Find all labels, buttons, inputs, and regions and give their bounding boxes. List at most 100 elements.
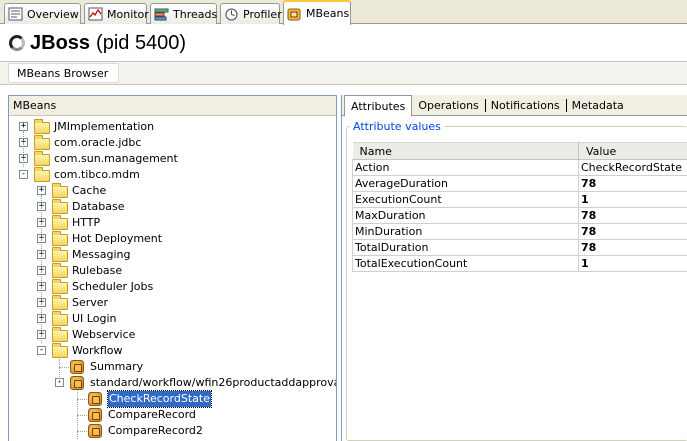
tree-node[interactable]: + Cache [9,183,336,199]
column-header-value[interactable]: Value [578,142,687,160]
tab-metadata[interactable]: Metadata [565,95,630,116]
table-row[interactable]: Action CheckRecordState [352,159,687,176]
expand-icon[interactable]: + [19,122,28,131]
tab-label: Overview [27,7,79,21]
mbean-icon [88,408,102,422]
monitor-icon [88,7,103,21]
tree-connector [59,367,69,368]
tree-node[interactable]: - com.tibco.mdm [9,167,336,183]
collapse-icon[interactable]: - [19,170,28,179]
tree-node[interactable]: + UI Login [9,311,336,327]
attribute-values-title: Attribute values [350,120,444,133]
main-tab-strip: Overview Monitor Threads Profiler MBeans [0,0,687,25]
mbean-icon [88,392,102,406]
tree-node[interactable]: + Scheduler Jobs [9,279,336,295]
tab-label: MBeans [306,7,350,20]
folder-icon [52,215,68,230]
tree-node-label: com.oracle.jdbc [54,136,142,149]
mbeans-panel-title: MBeans [9,96,336,116]
tree-node[interactable]: + com.oracle.jdbc [9,135,336,151]
tree-node[interactable]: + Hot Deployment [9,231,336,247]
tree-node-label: Rulebase [72,264,123,277]
threads-icon [154,7,169,21]
tree-node[interactable]: + com.sun.management [9,151,336,167]
tree-node[interactable]: CheckRecordState [9,390,336,408]
tree-node-label: CompareRecord2 [108,424,203,437]
tab-attributes[interactable]: Attributes [344,95,413,117]
tree-connector [77,415,87,416]
attribute-value: 1 [578,191,687,208]
tree-node-label: com.sun.management [54,152,178,165]
attribute-name: MinDuration [352,223,579,240]
page-header: JBoss (pid 5400) [0,25,687,61]
table-row[interactable]: TotalExecutionCount 1 [352,255,687,272]
busy-spinner-icon [9,35,25,51]
folder-icon [52,327,68,342]
tree-node-label: Hot Deployment [72,232,163,245]
tree-node-label: Webservice [72,328,136,341]
expand-icon[interactable]: + [37,186,46,195]
tree-connector [59,359,60,383]
tree-node-label: Scheduler Jobs [72,280,154,293]
folder-icon [52,231,68,246]
tree-node[interactable]: + Messaging [9,247,336,263]
tab-overview[interactable]: Overview [4,3,81,24]
tree-node[interactable]: + Database [9,199,336,215]
profiler-icon [224,7,239,21]
column-header-name[interactable]: Name [352,142,579,160]
table-row[interactable]: AverageDuration 78 [352,175,687,192]
tab-operations[interactable]: Operations [412,95,484,116]
tree-node[interactable]: + Rulebase [9,263,336,279]
tree-node[interactable]: CompareRecord2 [9,423,336,439]
tree-node-label: standard/workflow/wfin26productaddapprov… [90,376,337,389]
table-row[interactable]: ExecutionCount 1 [352,191,687,208]
tree-node[interactable]: + Server [9,295,336,311]
mbeans-browser-bar: MBeans Browser [0,61,687,85]
tree-node-label: Workflow [72,344,123,357]
folder-icon [52,295,68,310]
attribute-name: AverageDuration [352,175,579,192]
folder-icon [34,135,50,150]
table-row[interactable]: MinDuration 78 [352,223,687,240]
tab-threads[interactable]: Threads [150,3,217,24]
mbeans-tree-panel: MBeans + JMImplementation + com.oracle.jdbc… [8,95,337,441]
tab-monitor[interactable]: Monitor [84,3,149,24]
tab-profiler[interactable]: Profiler [220,3,282,24]
mbeans-icon [287,7,302,21]
tab-notifications[interactable]: Notifications [484,95,566,116]
tree-node[interactable]: CompareRecord [9,407,336,423]
mbean-icon [88,424,102,438]
attribute-name: ExecutionCount [352,191,579,208]
tree-node[interactable]: + JMImplementation [9,119,336,135]
tree-node[interactable]: - Workflow [9,343,336,359]
tree-node[interactable]: + HTTP [9,215,336,231]
folder-icon [52,343,68,358]
tree-node-label: com.tibco.mdm [54,168,140,181]
tab-mbeans[interactable]: MBeans [283,0,351,25]
tree-connector [77,387,78,439]
tree-node-label: CheckRecordState [107,390,212,408]
app-name: JBoss [30,31,91,54]
tree-node-label: Cache [72,184,107,197]
tab-label: Threads [173,7,218,21]
tree-node[interactable]: + Webservice [9,327,336,343]
table-row[interactable]: TotalDuration 78 [352,239,687,256]
tree-node-label: Messaging [72,248,131,261]
tree-node-label: Database [72,200,125,213]
tree-node-label: UI Login [72,312,117,325]
collapse-icon[interactable]: - [37,346,46,355]
tree-node-label: JMImplementation [54,120,155,133]
tree-connector [77,431,87,432]
attribute-name: Action [352,159,579,176]
mbeans-browser-label: MBeans Browser [8,63,120,83]
table-row[interactable]: MaxDuration 78 [352,207,687,224]
tree-node-label: CompareRecord [108,408,196,421]
folder-icon [34,119,50,134]
mbean-icon [70,360,84,374]
folder-icon [52,311,68,326]
details-panel: Attributes Operations Notifications Meta… [341,95,687,441]
folder-icon [52,199,68,214]
attribute-value: 78 [578,175,687,192]
attribute-name: TotalExecutionCount [352,255,579,272]
tree-connector [41,195,42,343]
